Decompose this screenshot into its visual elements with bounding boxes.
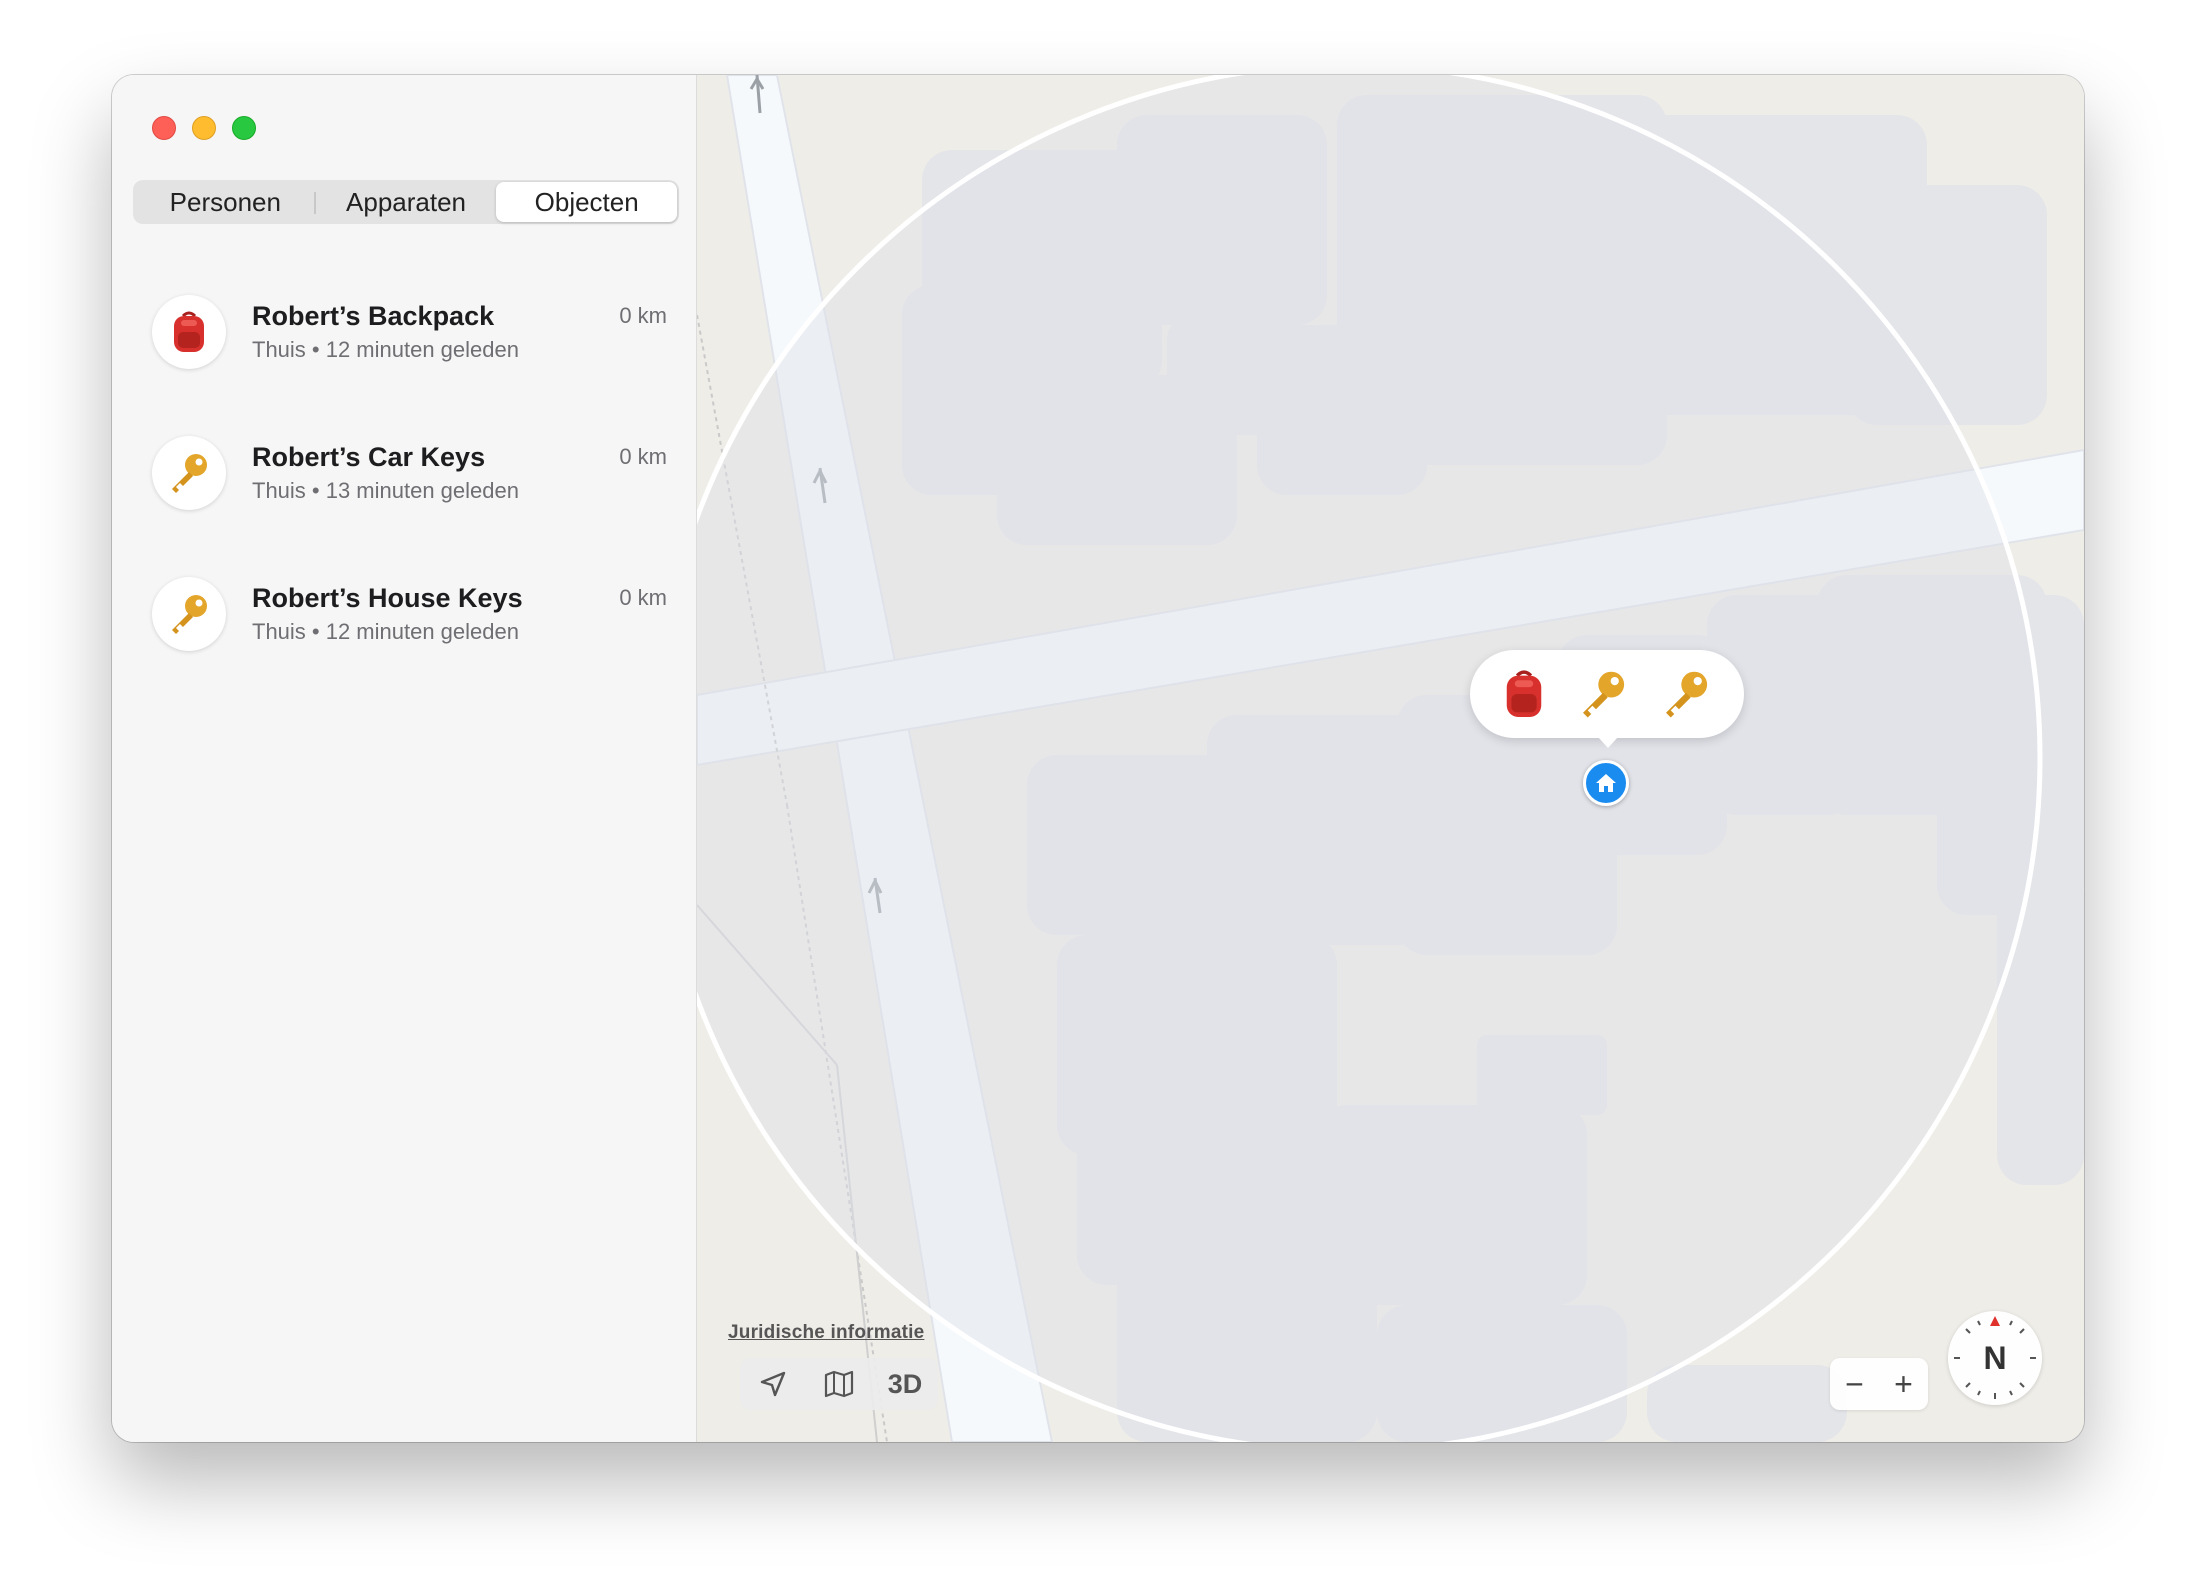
map-mode-button[interactable] <box>814 1362 864 1406</box>
map-canvas <box>697 75 2084 1442</box>
item-distance: 0 km <box>619 303 667 328</box>
house-icon <box>1596 774 1616 792</box>
item-distance: 0 km <box>619 585 667 610</box>
backpack-icon <box>174 311 204 352</box>
item-name: Robert’s House Keys <box>252 583 523 613</box>
zoom-out-button[interactable]: − <box>1845 1368 1864 1400</box>
close-window-button[interactable] <box>152 116 176 140</box>
zoom-window-button[interactable] <box>232 116 256 140</box>
location-arrow-icon <box>760 1371 786 1397</box>
item-distance: 0 km <box>619 444 667 469</box>
backpack-icon[interactable] <box>1501 668 1547 720</box>
map-items-callout[interactable] <box>1470 650 1744 748</box>
item-status: Thuis • 13 minuten geleden <box>252 478 519 503</box>
key-icon <box>172 454 207 493</box>
list-item-house-keys[interactable]: Robert’s House Keys Thuis • 12 minuten g… <box>112 577 697 718</box>
legal-link[interactable]: Juridische informatie <box>728 1322 924 1344</box>
compass-button[interactable]: N <box>1948 1311 2042 1405</box>
location-button[interactable] <box>748 1362 798 1406</box>
view-3d-button[interactable]: 3D <box>880 1362 930 1406</box>
list-item-backpack[interactable]: Robert’s Backpack Thuis • 12 minuten gel… <box>112 295 697 436</box>
compass-north-label: N <box>1983 1339 2007 1376</box>
minimize-window-button[interactable] <box>192 116 216 140</box>
zoom-in-button[interactable]: + <box>1894 1368 1913 1400</box>
sidebar: Personen Apparaten Objecten Robert’s Bac… <box>112 75 697 1442</box>
avatar <box>152 436 226 510</box>
home-location-pin[interactable] <box>1583 760 1629 806</box>
avatar <box>152 295 226 369</box>
window-controls <box>152 116 256 140</box>
key-icon[interactable] <box>1576 667 1630 721</box>
item-status: Thuis • 12 minuten geleden <box>252 337 519 362</box>
tab-apparaten[interactable]: Apparaten <box>316 182 497 222</box>
avatar <box>152 577 226 651</box>
key-icon[interactable] <box>1659 667 1713 721</box>
find-my-window: Personen Apparaten Objecten Robert’s Bac… <box>112 75 2084 1442</box>
map-icon <box>824 1370 854 1398</box>
map-controls: 3D <box>740 1358 938 1410</box>
zoom-control: − + <box>1830 1358 1928 1410</box>
list-item-car-keys[interactable]: Robert’s Car Keys Thuis • 13 minuten gel… <box>112 436 697 577</box>
tab-bar: Personen Apparaten Objecten <box>133 180 679 224</box>
map-view[interactable] <box>697 75 2084 1442</box>
item-list: Robert’s Backpack Thuis • 12 minuten gel… <box>112 295 697 718</box>
item-name: Robert’s Car Keys <box>252 442 486 472</box>
key-icon <box>172 595 207 634</box>
tab-personen[interactable]: Personen <box>135 182 316 222</box>
item-status: Thuis • 12 minuten geleden <box>252 619 519 644</box>
item-name: Robert’s Backpack <box>252 301 495 331</box>
tab-objecten[interactable]: Objecten <box>496 182 678 222</box>
